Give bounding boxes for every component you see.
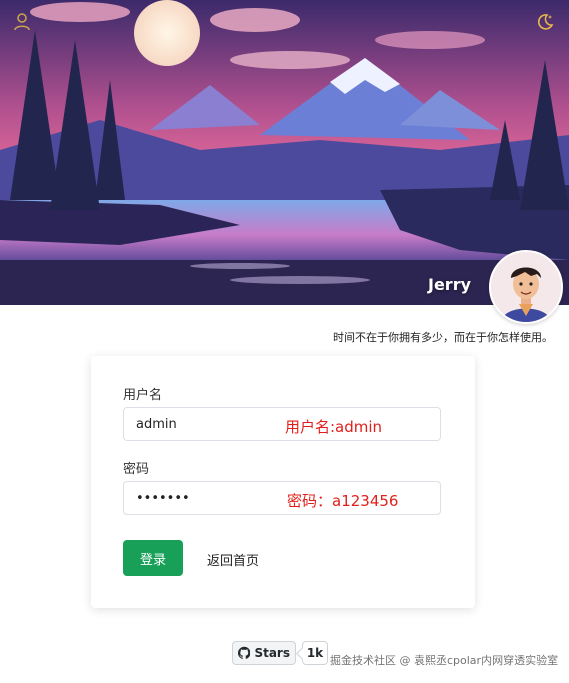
- landscape-illustration: [0, 0, 569, 305]
- watermark: 掘金技术社区 @ 袁熙丞cpolar内网穿透实验室: [330, 654, 559, 667]
- username-label: 用户名: [123, 388, 163, 403]
- login-card: 用户名 用户名:admin 密码 密码：a123456 登录 返回首页: [91, 356, 475, 608]
- stars-count[interactable]: 1k: [302, 641, 328, 665]
- github-stars-button[interactable]: Stars: [232, 641, 296, 665]
- moon-icon[interactable]: [535, 12, 555, 32]
- back-home-link[interactable]: 返回首页: [207, 550, 259, 569]
- username-annotation: 用户名:admin: [285, 418, 383, 436]
- user-icon[interactable]: [12, 12, 32, 32]
- login-button[interactable]: 登录: [123, 540, 183, 576]
- avatar[interactable]: [489, 250, 563, 324]
- github-icon: [238, 646, 251, 659]
- username-input[interactable]: [123, 407, 441, 441]
- password-annotation: 密码：a123456: [287, 492, 399, 510]
- motto-text: 时间不在于你拥有多少，而在于你怎样使用。: [333, 331, 553, 344]
- author-name: Jerry: [428, 275, 472, 294]
- hero-banner: Jerry: [0, 0, 569, 305]
- stars-label: Stars: [254, 646, 290, 660]
- password-label: 密码: [123, 462, 150, 477]
